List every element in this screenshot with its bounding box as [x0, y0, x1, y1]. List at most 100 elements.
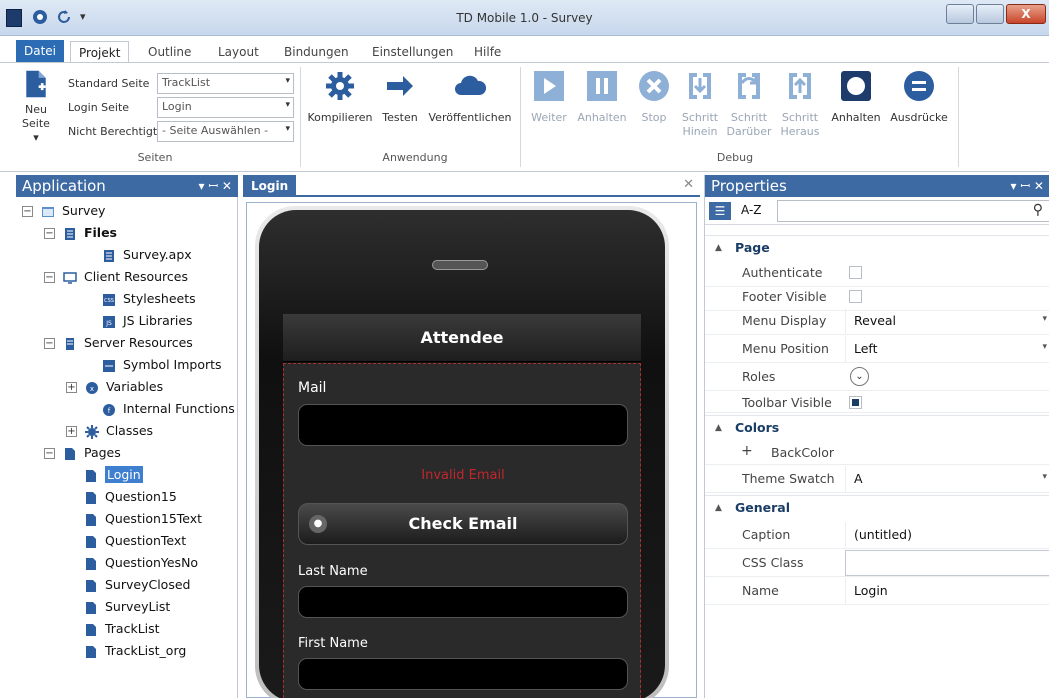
tree-item-page[interactable]: QuestionText — [84, 531, 186, 551]
minimize-button[interactable] — [946, 4, 974, 24]
prop-roles: Roles ⌄ — [705, 363, 1049, 391]
tree-item-survey-apx[interactable]: Survey.apx — [102, 245, 192, 265]
tree-item-client-resources[interactable]: − Client Resources — [44, 267, 188, 287]
properties-toolbar: ☰ A-Z ⚲ — [705, 197, 1049, 225]
close-tab-icon[interactable]: ✕ — [683, 177, 694, 192]
prop-css-class: CSS Class — [705, 549, 1049, 577]
tree-item-variables[interactable]: + x Variables — [66, 377, 163, 397]
tab-einstellungen[interactable]: Einstellungen — [364, 41, 461, 63]
phone-body: Attendee Mail Invalid Email ● Check Emai… — [259, 210, 665, 698]
css-class-field[interactable] — [845, 550, 1049, 576]
group-label-anwendung: Anwendung — [382, 151, 448, 164]
menu-display-select[interactable]: Reveal ▾ — [845, 308, 1049, 334]
authenticate-checkbox[interactable] — [849, 266, 862, 279]
tree-item-stylesheets[interactable]: CSS Stylesheets — [102, 289, 196, 309]
test-button[interactable]: Testen — [380, 69, 420, 125]
publish-button[interactable]: Veröffentlichen — [426, 69, 514, 125]
prop-backcolor: + BackColor — [705, 439, 1049, 465]
window-title: TD Mobile 1.0 - Survey — [456, 11, 593, 25]
tree-item-internal-functions[interactable]: f Internal Functions — [102, 399, 235, 419]
menu-position-select[interactable]: Left ▾ — [845, 336, 1049, 362]
name-field[interactable]: Login — [845, 578, 1049, 604]
close-window-button[interactable]: X — [1006, 4, 1046, 24]
tree-item-classes[interactable]: + Classes — [66, 421, 153, 441]
check-email-button[interactable]: ● Check Email — [298, 503, 628, 545]
tree-item-survey[interactable]: − Survey — [22, 201, 105, 221]
expressions-button[interactable]: Ausdrücke — [888, 69, 950, 125]
tab-bindungen[interactable]: Bindungen — [276, 41, 357, 63]
collapse-icon[interactable]: − — [44, 228, 55, 239]
mail-label[interactable]: Mail — [298, 380, 326, 396]
category-colors[interactable]: ▲ Colors — [705, 415, 1049, 439]
expand-icon[interactable]: + — [66, 426, 77, 437]
screen-content[interactable]: Mail Invalid Email ● Check Email Last Na… — [283, 363, 641, 698]
cloud-icon — [455, 75, 487, 95]
page-icon — [86, 491, 96, 504]
compile-button[interactable]: Kompilieren — [306, 69, 374, 125]
login-page-label: Login Seite — [68, 101, 130, 114]
tree-item-page[interactable]: Question15 — [84, 487, 177, 507]
collapse-icon[interactable]: ▲ — [715, 496, 722, 520]
new-page-button[interactable]: Neu Seite ▾ — [18, 69, 54, 145]
stop-button[interactable]: Stop — [636, 69, 672, 125]
first-name-input[interactable] — [298, 658, 628, 690]
tab-layout[interactable]: Layout — [210, 41, 267, 63]
category-page[interactable]: ▲ Page — [705, 235, 1049, 259]
collapse-icon[interactable]: − — [22, 206, 33, 217]
unauthorized-page-select[interactable]: - Seite Auswählen - ▾ — [157, 121, 294, 142]
tree-item-files[interactable]: − Files — [44, 223, 117, 243]
collapse-icon[interactable]: ▲ — [715, 236, 722, 260]
toolbar-visible-checkbox[interactable] — [849, 396, 862, 409]
category-general[interactable]: ▲ General — [705, 495, 1049, 519]
alphabetical-sort-button[interactable]: A-Z — [741, 203, 762, 217]
maximize-button[interactable] — [976, 4, 1004, 24]
footer-visible-checkbox[interactable] — [849, 290, 862, 303]
import-icon — [103, 359, 115, 372]
tree-item-pages[interactable]: − Pages — [44, 443, 121, 463]
step-into-button[interactable]: Schritt Hinein — [680, 69, 720, 139]
invalid-email-message[interactable]: Invalid Email — [284, 468, 642, 483]
continue-button[interactable]: Weiter — [528, 69, 570, 125]
screen-header[interactable]: Attendee — [283, 314, 641, 362]
tree-item-js-libraries[interactable]: JS JS Libraries — [102, 311, 193, 331]
theme-swatch-select[interactable]: A ▾ — [845, 466, 1049, 492]
tree-item-page[interactable]: TrackList_org — [84, 641, 186, 661]
tab-projekt[interactable]: Projekt — [70, 41, 130, 63]
tree-item-server-resources[interactable]: − Server Resources — [44, 333, 193, 353]
tree-item-page[interactable]: QuestionYesNo — [84, 553, 198, 573]
panel-controls[interactable]: ▾ ꟷ ✕ — [1011, 175, 1044, 197]
step-over-button[interactable]: Schritt Darüber — [726, 69, 772, 139]
tree-item-page-login[interactable]: Login — [84, 465, 143, 485]
expand-icon[interactable]: + — [66, 382, 77, 393]
collapse-icon[interactable]: ▲ — [715, 416, 722, 440]
tree-item-page[interactable]: TrackList — [84, 619, 160, 639]
tree-item-symbol-imports[interactable]: Symbol Imports — [102, 355, 222, 375]
mail-input[interactable] — [298, 404, 628, 446]
roles-dropdown-icon[interactable]: ⌄ — [850, 367, 869, 386]
tab-datei[interactable]: Datei — [16, 40, 65, 62]
tab-outline[interactable]: Outline — [140, 41, 199, 63]
categorized-view-icon[interactable]: ☰ — [709, 202, 731, 220]
tab-login[interactable]: Login — [243, 175, 297, 197]
property-search-input[interactable]: ⚲ — [777, 200, 1049, 222]
collapse-icon[interactable]: − — [44, 448, 55, 459]
login-page-select[interactable]: Login ▾ — [157, 97, 294, 118]
expand-icon[interactable]: + — [741, 443, 753, 459]
collapse-icon[interactable]: − — [44, 338, 55, 349]
panel-controls[interactable]: ▾ ꟷ ✕ — [199, 175, 232, 197]
step-out-button[interactable]: Schritt Heraus — [778, 69, 822, 139]
caption-field[interactable]: (untitled) — [845, 522, 1049, 548]
tab-hilfe[interactable]: Hilfe — [466, 41, 509, 63]
collapse-icon[interactable]: − — [44, 272, 55, 283]
tree-item-page[interactable]: SurveyClosed — [84, 575, 190, 595]
last-name-input[interactable] — [298, 586, 628, 618]
first-name-label[interactable]: First Name — [298, 636, 368, 651]
last-name-label[interactable]: Last Name — [298, 564, 368, 579]
break-button[interactable]: Anhalten — [828, 69, 884, 125]
standard-page-select[interactable]: TrackList ▾ — [157, 73, 294, 94]
group-separator — [958, 67, 959, 167]
pause-button[interactable]: Anhalten — [576, 69, 628, 125]
group-label-seiten: Seiten — [137, 151, 173, 164]
tree-item-page[interactable]: Question15Text — [84, 509, 202, 529]
tree-item-page[interactable]: SurveyList — [84, 597, 170, 617]
